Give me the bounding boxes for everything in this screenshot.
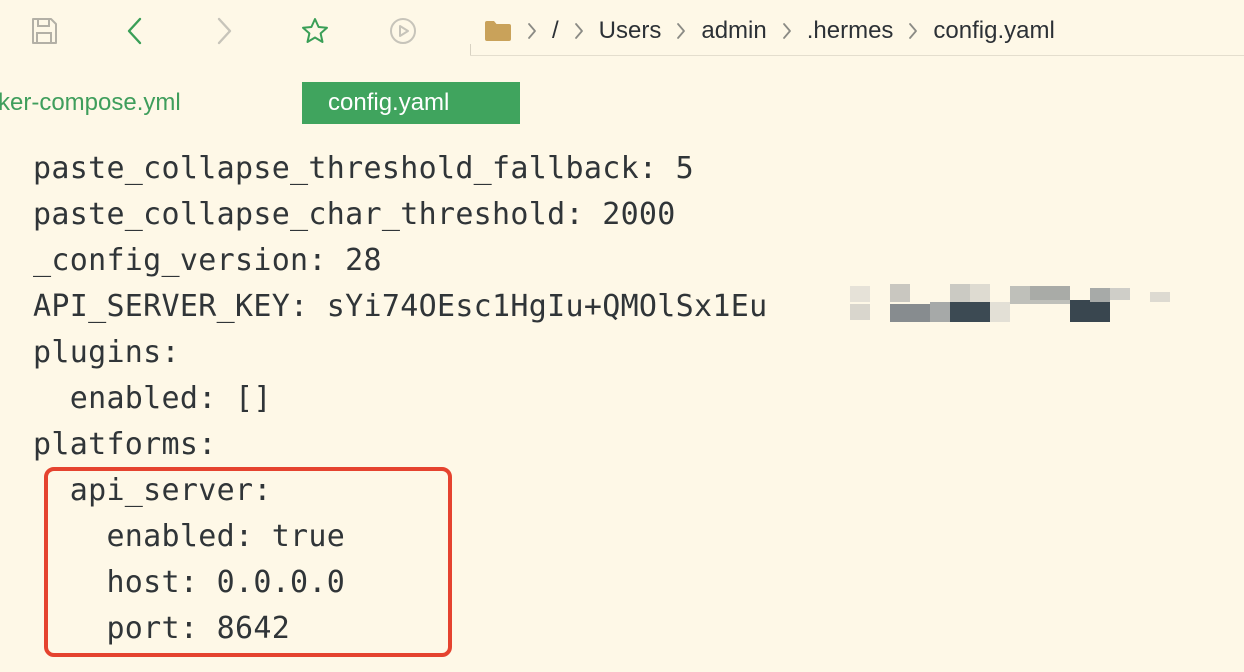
play-circle-icon [390, 18, 416, 44]
breadcrumb-underline [470, 55, 1244, 56]
code-line: paste_collapse_threshold_fallback: 5 [33, 151, 695, 186]
forward-button[interactable] [205, 12, 243, 50]
run-button[interactable] [384, 12, 422, 50]
folder-icon [485, 21, 511, 41]
chevron-left-icon [127, 17, 142, 45]
save-icon [32, 18, 57, 44]
code-line: _config_version: 28 [33, 243, 382, 278]
chevron-right-icon [217, 17, 232, 45]
redacted-key-pixels [850, 284, 1170, 324]
favorite-button[interactable] [296, 12, 334, 50]
code-line: platforms: [33, 427, 217, 462]
back-button[interactable] [116, 12, 154, 50]
tab-label: cker-compose.yml [0, 89, 181, 116]
tab-config-yaml[interactable]: config.yaml [302, 82, 520, 124]
code-line: paste_collapse_char_threshold: 2000 [33, 197, 676, 232]
breadcrumb-root[interactable]: / [552, 17, 559, 45]
chevron-right-icon [526, 21, 538, 41]
highlight-box [44, 467, 452, 657]
chevron-right-icon [675, 21, 687, 41]
breadcrumb-admin[interactable]: admin [701, 17, 766, 45]
tab-docker-compose[interactable]: cker-compose.yml [0, 82, 181, 124]
breadcrumb-hermes[interactable]: .hermes [807, 17, 894, 45]
breadcrumb-folder[interactable] [484, 20, 512, 42]
chevron-right-icon [573, 21, 585, 41]
tab-bar: cker-compose.yml config.yaml [0, 82, 1244, 124]
breadcrumb: / Users admin .hermes config.yaml [484, 13, 1055, 49]
breadcrumb-file[interactable]: config.yaml [933, 17, 1054, 45]
toolbar: / Users admin .hermes config.yaml [0, 0, 1244, 62]
breadcrumb-users[interactable]: Users [599, 17, 662, 45]
code-line: enabled: [] [33, 381, 272, 416]
chevron-right-icon [781, 21, 793, 41]
code-line: plugins: [33, 335, 180, 370]
save-button[interactable] [25, 12, 63, 50]
chevron-right-icon [907, 21, 919, 41]
tab-label: config.yaml [328, 89, 450, 116]
star-icon [302, 18, 328, 43]
